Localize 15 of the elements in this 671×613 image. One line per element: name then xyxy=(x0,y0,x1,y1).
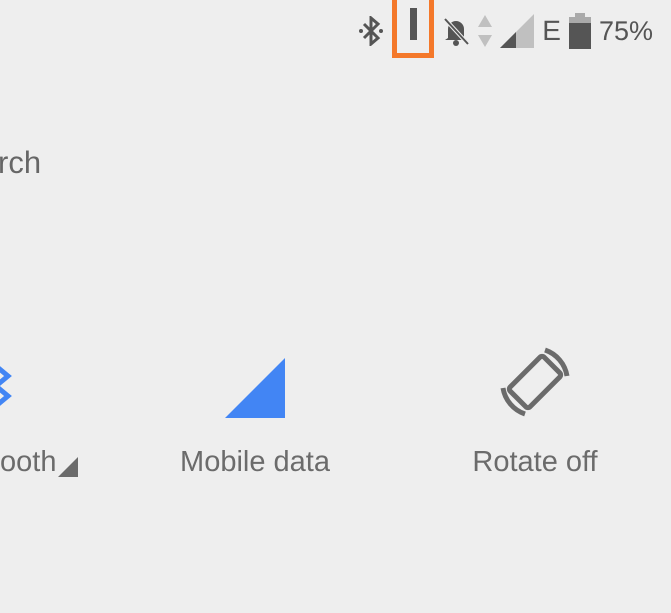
bluetooth-icon xyxy=(358,16,384,46)
battery-icon xyxy=(568,13,591,49)
tile-label[interactable]: Rotate off xyxy=(472,448,598,477)
bell-off-icon xyxy=(442,16,470,46)
rotate-icon xyxy=(499,346,571,418)
tile-label[interactable]: Mobile data xyxy=(180,448,330,477)
bar-icon xyxy=(410,8,417,40)
data-arrows-icon xyxy=(478,15,492,47)
dropdown-icon[interactable] xyxy=(58,457,78,477)
signal-icon xyxy=(500,14,534,48)
signal-icon xyxy=(225,358,285,418)
battery-percentage: 75% xyxy=(598,18,653,44)
network-type: E xyxy=(542,17,561,45)
tile-label[interactable]: ooth xyxy=(0,448,56,477)
search-label: rch xyxy=(0,147,42,178)
